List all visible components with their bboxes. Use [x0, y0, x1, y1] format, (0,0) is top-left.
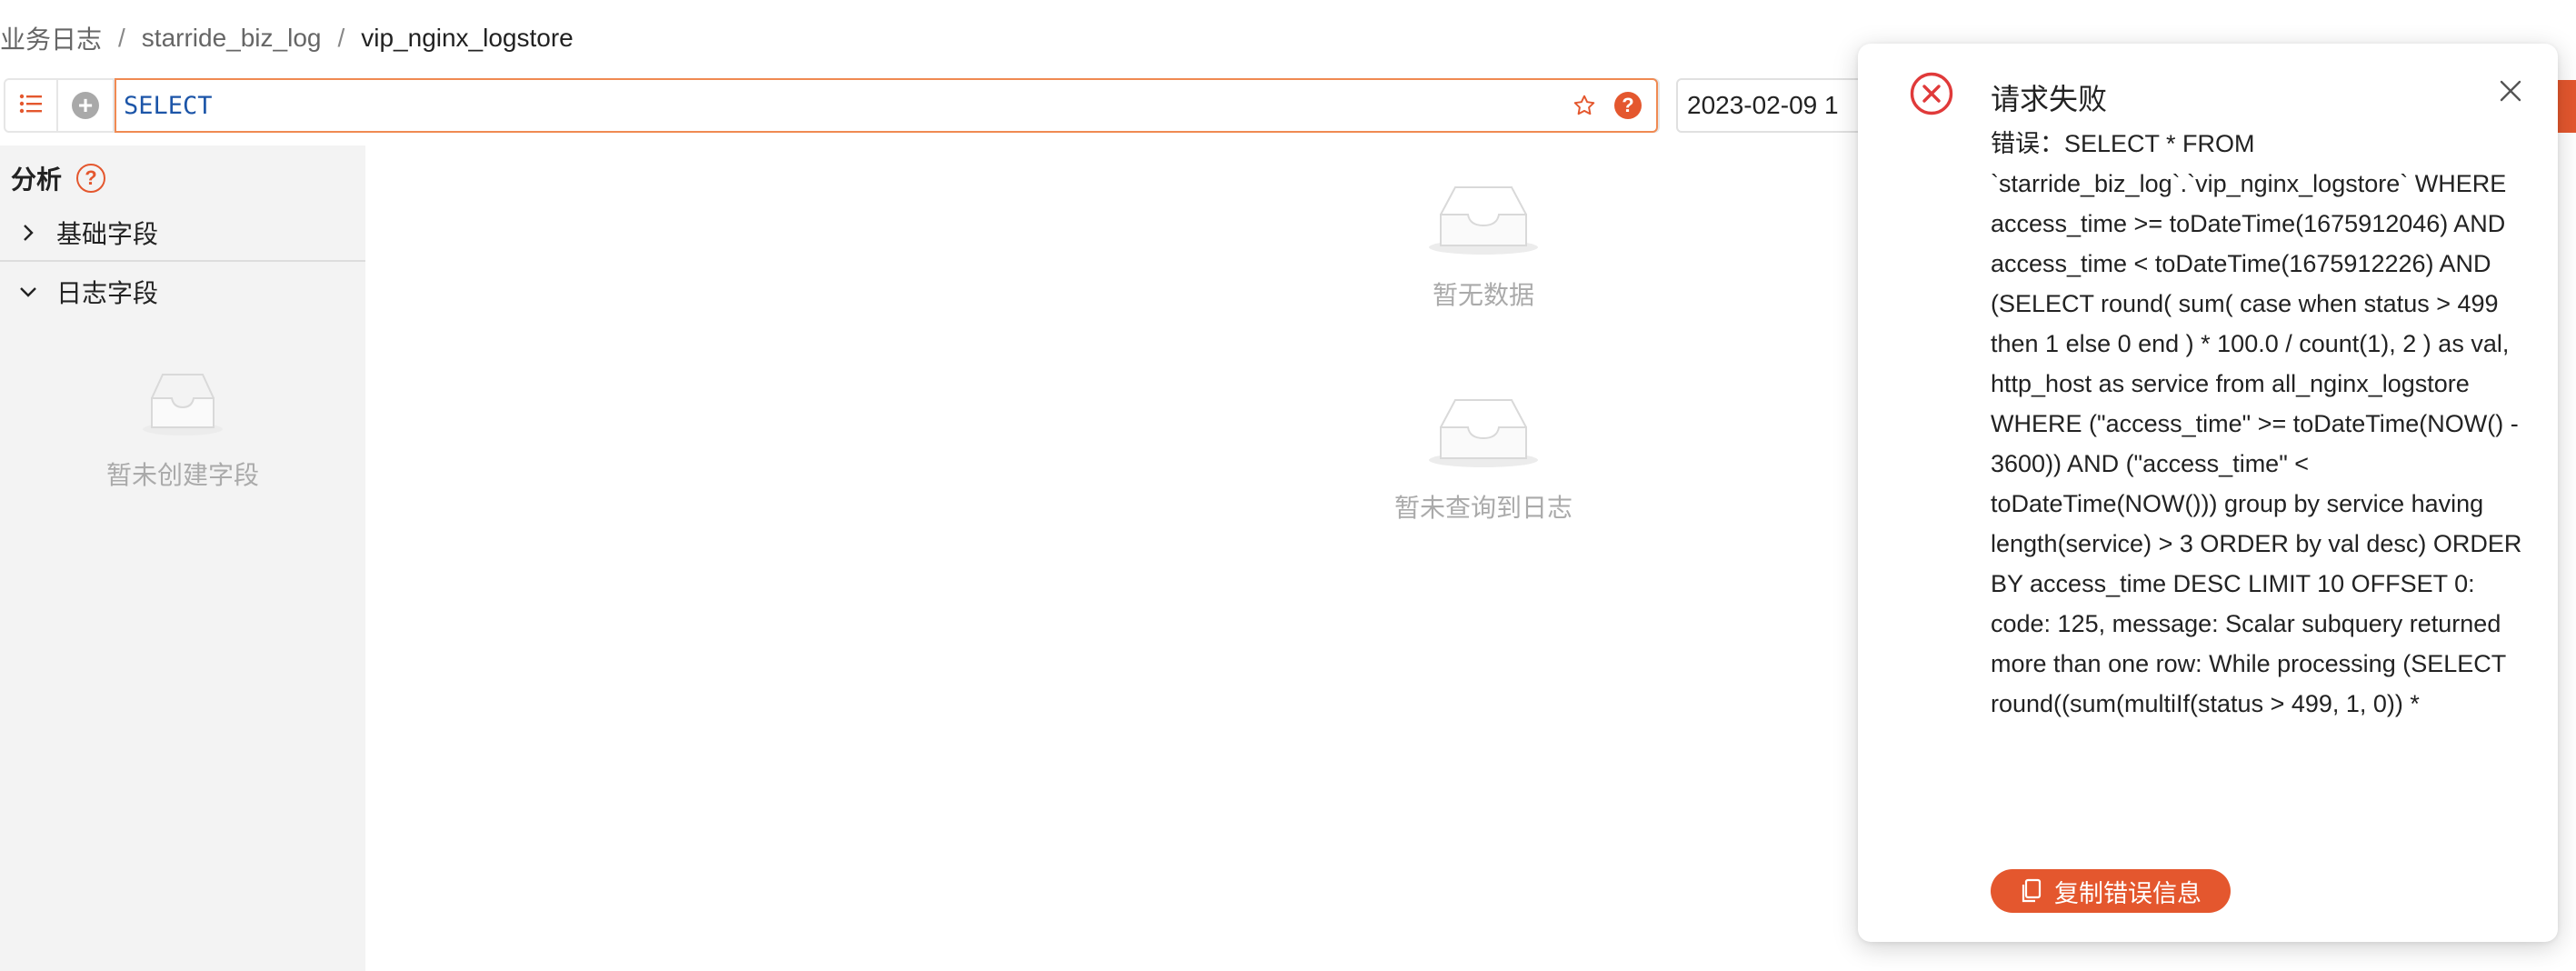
close-icon[interactable]	[2498, 78, 2523, 108]
empty-logs-state: 暂未查询到日志	[1347, 391, 1620, 525]
breadcrumb-separator: /	[118, 24, 125, 52]
empty-data-state: 暂无数据	[1393, 178, 1574, 312]
sidebar-group-label: 基础字段	[56, 220, 159, 248]
sidebar-group-label: 日志字段	[56, 279, 159, 307]
breadcrumb: 业务日志 / starride_biz_log / vip_nginx_logs…	[0, 20, 574, 56]
query-input[interactable]	[124, 91, 1573, 120]
field-sidebar: 分析 ? 基础字段 日志字段 暂未创建字段	[0, 145, 365, 971]
star-outline-icon[interactable]	[1573, 94, 1596, 117]
copy-error-button[interactable]: 复制错误信息	[1991, 869, 2231, 913]
analysis-label: 分析	[11, 165, 63, 194]
analysis-header: 分析 ?	[11, 160, 106, 196]
empty-inbox-icon	[1424, 178, 1543, 261]
copy-error-label: 复制错误信息	[2054, 879, 2202, 907]
sidebar-group-log-fields[interactable]: 日志字段	[0, 264, 365, 320]
query-input-wrapper: ?	[115, 78, 1658, 133]
error-title: 请求失败	[1991, 83, 2108, 115]
error-circle-icon	[1909, 71, 1954, 121]
sidebar-group-basic-fields[interactable]: 基础字段	[0, 205, 365, 262]
breadcrumb-item-project[interactable]: starride_biz_log	[142, 24, 322, 53]
empty-inbox-icon	[139, 367, 226, 441]
empty-data-text: 暂无数据	[1432, 281, 1534, 309]
query-bar: + ?	[4, 78, 1660, 133]
time-range-value: 2023-02-09 1	[1687, 91, 1839, 119]
empty-fields-text: 暂未创建字段	[105, 461, 259, 489]
copy-icon	[2020, 878, 2042, 904]
page-root: 业务日志 / starride_biz_log / vip_nginx_logs…	[0, 0, 2576, 971]
chevron-right-icon	[0, 223, 56, 243]
breadcrumb-separator: /	[337, 24, 345, 52]
chevron-down-icon	[0, 285, 56, 299]
breadcrumb-item-logstore: vip_nginx_logstore	[361, 24, 574, 52]
empty-logs-text: 暂未查询到日志	[1393, 494, 1573, 522]
history-list-button[interactable]	[5, 80, 58, 131]
question-circle-icon[interactable]: ?	[76, 164, 106, 193]
breadcrumb-item-business-log[interactable]: 业务日志	[0, 20, 102, 56]
empty-fields-state: 暂未创建字段	[0, 367, 365, 492]
error-message: 错误：SELECT * FROM `starride_biz_log`.`vip…	[1991, 130, 2522, 717]
empty-inbox-icon	[1424, 391, 1543, 474]
help-icon[interactable]: ?	[1614, 92, 1642, 119]
plus-circle-icon: +	[72, 92, 99, 119]
add-filter-button[interactable]: +	[58, 80, 115, 131]
list-icon	[19, 94, 43, 118]
error-notification: 请求失败 错误：SELECT * FROM `starride_biz_log`…	[1858, 44, 2558, 942]
